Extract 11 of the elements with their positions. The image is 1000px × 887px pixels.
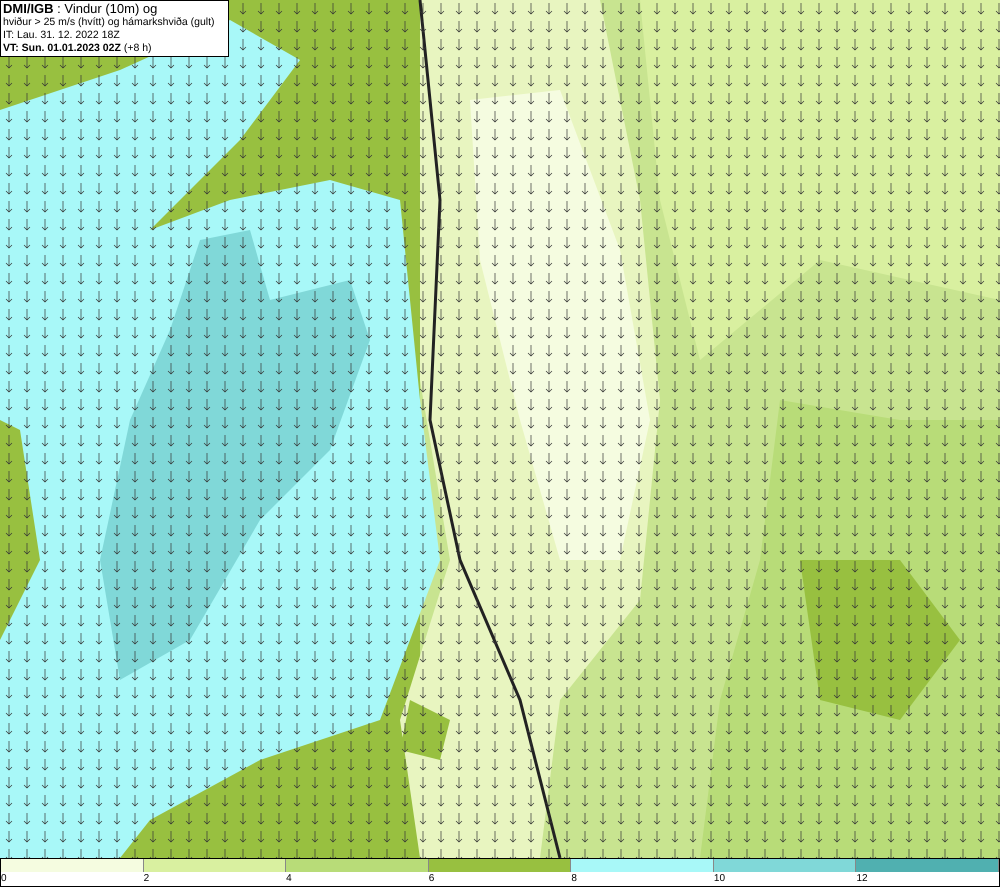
legend-label: 8 [571, 872, 577, 886]
legend-label: 10 [714, 872, 726, 886]
info-line: DMI/IGB : Vindur (10m) og [3, 2, 158, 16]
legend-label: 12 [856, 872, 868, 886]
legend-label: 6 [428, 872, 434, 886]
info-line: VT: Sun. 01.01.2023 02Z (+8 h) [3, 42, 153, 55]
info-line: IT: Lau. 31. 12. 2022 18Z [3, 29, 121, 42]
legend-label: 2 [144, 872, 150, 886]
info-line: hviður > 25 m/s (hvítt) og hámarkshviða (gult) [3, 16, 216, 29]
legend-label: 4 [286, 872, 292, 886]
legend-label: 0 [1, 872, 7, 886]
